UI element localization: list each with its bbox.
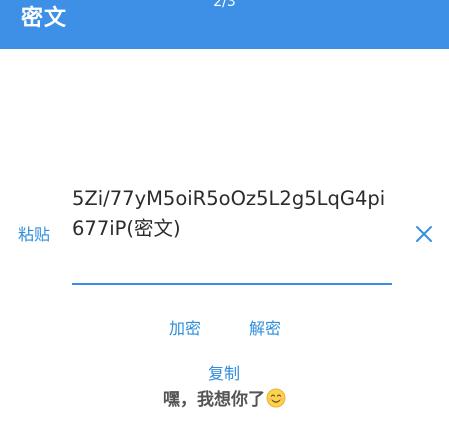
cipher-field-underline xyxy=(72,283,392,285)
paste-button[interactable]: 粘贴 xyxy=(18,224,50,246)
decrypt-button[interactable]: 解密 xyxy=(249,318,281,340)
cipher-text-field[interactable]: 5Zi/77yM5oiR5oOz5L2g5LqG4pi677iP(密文) xyxy=(72,184,392,246)
copy-button[interactable]: 复制 xyxy=(208,363,240,385)
plain-text-output: 嘿，我想你了 xyxy=(0,388,449,412)
smiling-face-icon xyxy=(266,388,286,408)
app-bar: 密文 2/3 xyxy=(0,0,449,49)
close-icon[interactable] xyxy=(414,224,434,244)
encrypt-button[interactable]: 加密 xyxy=(169,318,201,340)
page-indicator: 2/3 xyxy=(213,0,236,10)
plain-text-label: 嘿，我想你了 xyxy=(163,390,265,410)
